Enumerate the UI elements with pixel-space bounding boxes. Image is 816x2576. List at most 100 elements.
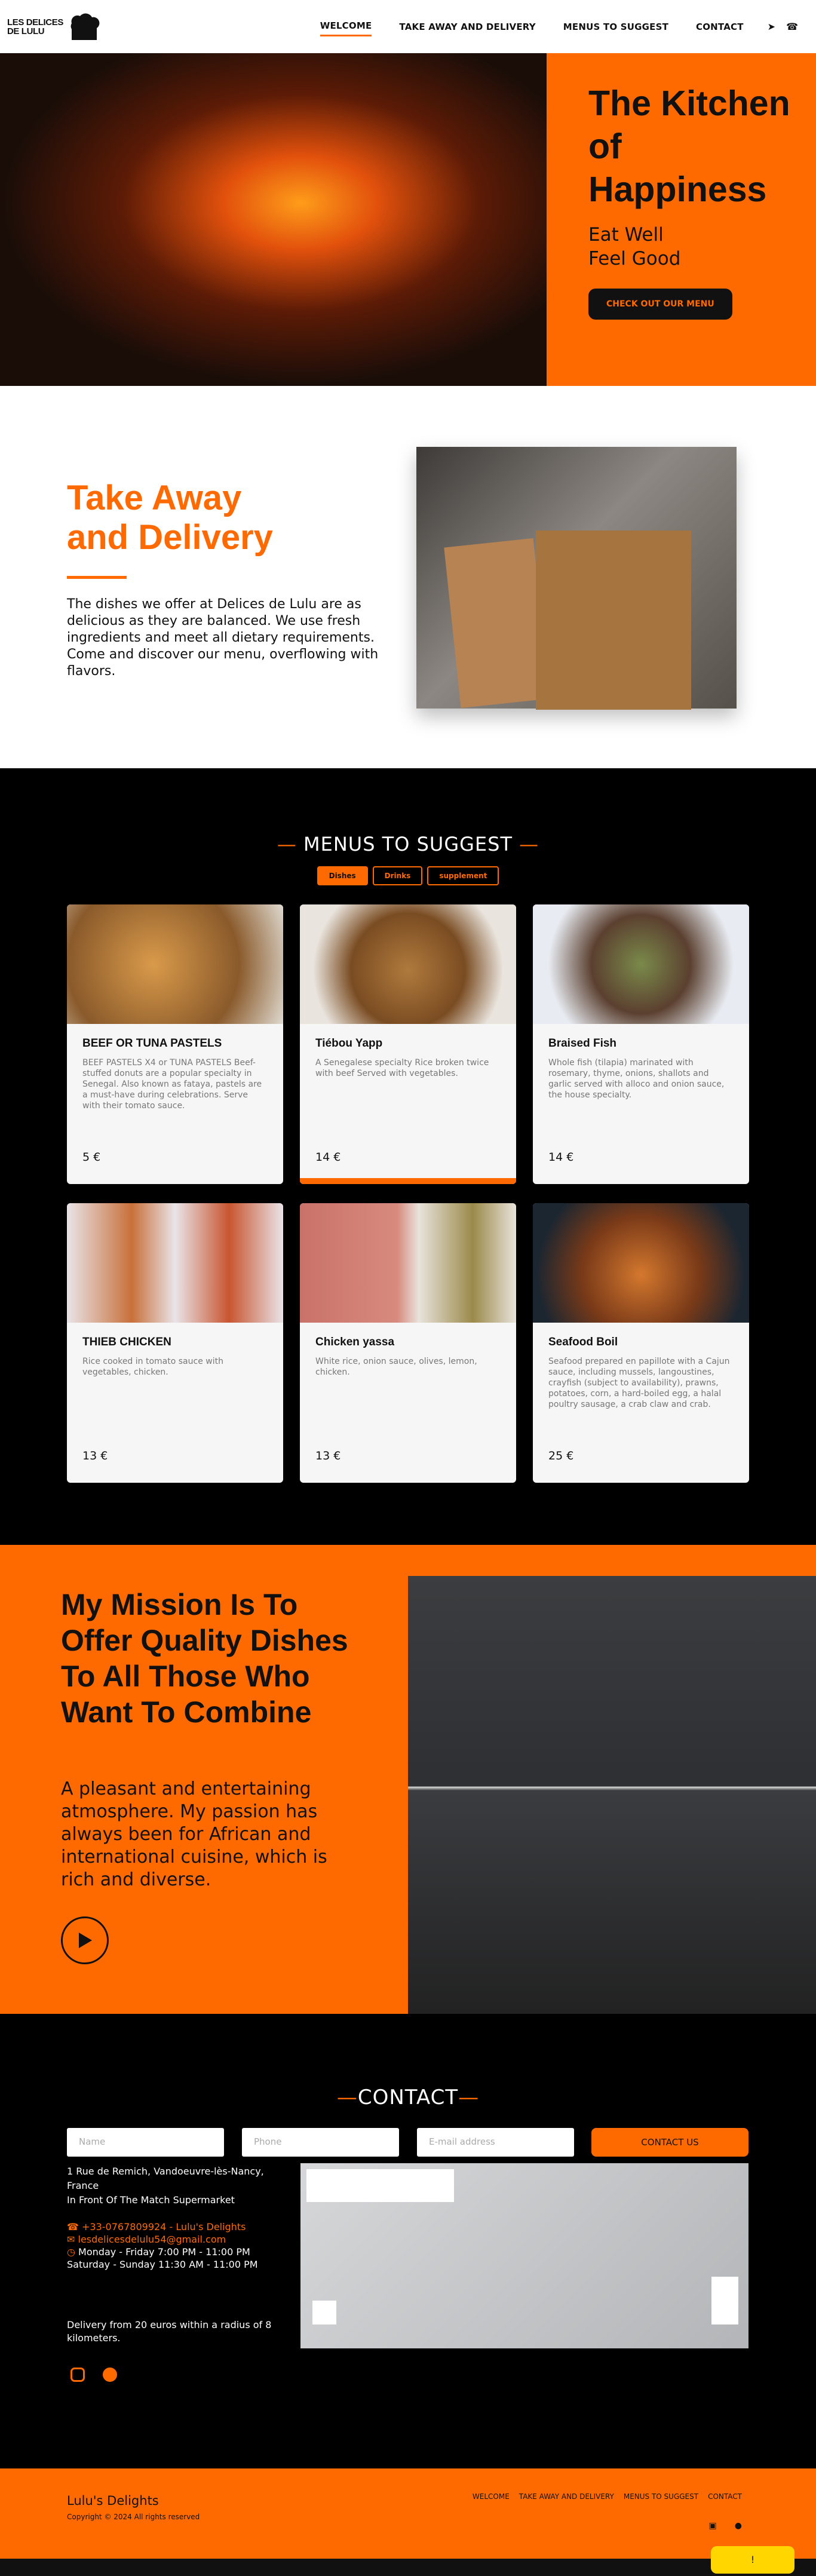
logo-line1: LES DELICES: [7, 17, 63, 27]
card-desc: Whole fish (tilapia) marinated with rose…: [548, 1058, 725, 1100]
play-button[interactable]: [61, 1916, 109, 1964]
card-body: THIEB CHICKEN Rice cooked in tomato sauc…: [67, 1323, 283, 1391]
map-info-box: [306, 2169, 454, 2202]
phone-input[interactable]: Phone: [242, 2128, 399, 2157]
card-image: [533, 1203, 749, 1323]
footer-name: Lulu's Delights: [67, 2494, 159, 2508]
hours-weekend: Saturday - Sunday 11:30 AM - 11:00 PM: [67, 2259, 258, 2270]
menu-card[interactable]: THIEB CHICKEN Rice cooked in tomato sauc…: [67, 1203, 283, 1483]
menu-card[interactable]: Braised Fish Whole fish (tilapia) marina…: [533, 904, 749, 1184]
card-body: Braised Fish Whole fish (tilapia) marina…: [533, 1024, 749, 1114]
card-price: 14 €: [315, 1151, 341, 1164]
footer-link-takeaway[interactable]: TAKE AWAY AND DELIVERY: [519, 2492, 614, 2501]
menu-button[interactable]: CHECK OUT OUR MENU: [588, 289, 732, 320]
card-body: Tiébou Yapp A Senegalese specialty Rice …: [300, 1024, 516, 1092]
map[interactable]: [300, 2163, 748, 2348]
mission-text: A pleasant and entertaining atmosphere. …: [61, 1778, 327, 1890]
menu-card[interactable]: Seafood Boil Seafood prepared en papillo…: [533, 1203, 749, 1483]
takeaway-image: [416, 447, 737, 710]
card-price: 5 €: [82, 1151, 101, 1164]
name-input[interactable]: Name: [67, 2128, 224, 2157]
hero-subtitle-line2: Feel Good: [588, 248, 681, 269]
logo-line2: DE LULU: [7, 26, 45, 36]
nav-icons: ➤ ☎: [768, 21, 798, 32]
mission-image: [408, 1576, 816, 2014]
logo-text: LES DELICES DE LULU: [7, 18, 63, 36]
card-image: [67, 1203, 283, 1323]
menu-card[interactable]: Tiébou Yapp A Senegalese specialty Rice …: [300, 904, 516, 1184]
hero-section: The Kitchen of Happiness Eat Well Feel G…: [0, 53, 816, 386]
hours-week-line: ◷ Monday - Friday 7:00 PM - 11:00 PM: [67, 2246, 258, 2258]
footer-link-welcome[interactable]: WELCOME: [473, 2492, 510, 2501]
instagram-icon[interactable]: ▣: [709, 2521, 717, 2531]
card-active-bar: [300, 1178, 516, 1184]
top-nav: LES DELICES DE LULU WELCOME TAKE AWAY AN…: [0, 0, 816, 53]
hero-image: [0, 53, 547, 386]
hours-week: Monday - Friday 7:00 PM - 11:00 PM: [78, 2246, 250, 2258]
nav-takeaway[interactable]: TAKE AWAY AND DELIVERY: [399, 18, 535, 36]
card-title: Seafood Boil: [548, 1336, 618, 1348]
contact-us-button[interactable]: CONTACT US: [591, 2128, 748, 2157]
footer-links: WELCOME TAKE AWAY AND DELIVERY MENUS TO …: [473, 2492, 742, 2501]
mission-section: My Mission Is To Offer Quality Dishes To…: [0, 1545, 816, 2014]
card-title: Chicken yassa: [315, 1336, 395, 1348]
phone-number: +33-0767809924: [82, 2221, 167, 2232]
contact-section: —CONTACT— Name Phone E-mail address CONT…: [0, 2014, 816, 2468]
card-price: 25 €: [548, 1449, 574, 1462]
snapchat-icon[interactable]: [103, 2368, 117, 2382]
takeaway-title-line1: Take Away: [67, 479, 242, 517]
map-zoom-control[interactable]: [312, 2301, 336, 2324]
phone-icon[interactable]: ☎: [786, 21, 798, 32]
logo[interactable]: LES DELICES DE LULU: [7, 10, 102, 44]
email-input[interactable]: E-mail address: [417, 2128, 574, 2157]
card-title: Tiébou Yapp: [315, 1037, 383, 1050]
menu-card[interactable]: Chicken yassa White rice, onion sauce, o…: [300, 1203, 516, 1483]
email-line[interactable]: ✉ lesdelicesdelulu54@gmail.com: [67, 2233, 258, 2246]
bag-shape: [444, 538, 550, 709]
takeaway-section: Take Away and Delivery The dishes we off…: [0, 386, 816, 768]
card-image: [67, 904, 283, 1024]
snapchat-icon[interactable]: ●: [735, 2521, 742, 2531]
card-image: [533, 904, 749, 1024]
card-price: 13 €: [82, 1449, 108, 1462]
footer-social: ▣ ●: [709, 2521, 742, 2531]
card-desc: Rice cooked in tomato sauce with vegetab…: [82, 1357, 223, 1377]
bag-shape: [536, 530, 691, 710]
phone-name: Lulu's Delights: [176, 2221, 246, 2232]
menu-tabs: Dishes Drinks supplement: [0, 866, 816, 885]
tab-dishes[interactable]: Dishes: [317, 866, 368, 885]
location-arrow-icon[interactable]: ➤: [768, 21, 775, 32]
menus-heading: — MENUS TO SUGGEST —: [277, 833, 539, 855]
contact-info: ☎ +33-0767809924 - Lulu's Delights ✉ les…: [67, 2221, 258, 2271]
tab-drinks[interactable]: Drinks: [372, 866, 423, 885]
card-image: [300, 904, 516, 1024]
nav-welcome[interactable]: WELCOME: [320, 17, 372, 36]
address: 1 Rue de Remich, Vandoeuvre-lès-Nancy, F…: [67, 2164, 264, 2207]
hero-title: The Kitchen of Happiness: [588, 84, 790, 209]
social-links: [70, 2368, 117, 2382]
nav-menus[interactable]: MENUS TO SUGGEST: [563, 18, 668, 36]
card-body: Seafood Boil Seafood prepared en papillo…: [533, 1323, 749, 1423]
play-icon: [79, 1933, 92, 1948]
hero-subtitle-line1: Eat Well: [588, 224, 664, 246]
card-image: [300, 1203, 516, 1323]
footer-copyright: Copyright © 2024 All rights reserved: [67, 2513, 200, 2521]
footer-link-menus[interactable]: MENUS TO SUGGEST: [624, 2492, 698, 2501]
takeaway-title-line2: and Delivery: [67, 518, 273, 557]
card-price: 14 €: [548, 1151, 574, 1164]
card-title: Braised Fish: [548, 1037, 617, 1050]
instagram-icon[interactable]: [70, 2368, 85, 2382]
card-desc: Seafood prepared en papillote with a Caj…: [548, 1357, 730, 1409]
menu-card[interactable]: BEEF OR TUNA PASTELS BEEF PASTELS X4 or …: [67, 904, 283, 1184]
tab-supplement[interactable]: supplement: [427, 866, 499, 885]
card-body: BEEF OR TUNA PASTELS BEEF PASTELS X4 or …: [67, 1024, 283, 1124]
phone-line[interactable]: ☎ +33-0767809924 - Lulu's Delights: [67, 2221, 258, 2233]
footer-link-contact[interactable]: CONTACT: [708, 2492, 742, 2501]
map-side-control[interactable]: [711, 2277, 738, 2324]
card-title: THIEB CHICKEN: [82, 1336, 171, 1348]
card-price: 13 €: [315, 1449, 341, 1462]
cookie-accept-button[interactable]: !: [711, 2546, 794, 2574]
envelope-icon: ✉: [67, 2234, 78, 2245]
menus-heading-text: MENUS TO SUGGEST: [303, 833, 513, 855]
nav-contact[interactable]: CONTACT: [696, 18, 744, 36]
